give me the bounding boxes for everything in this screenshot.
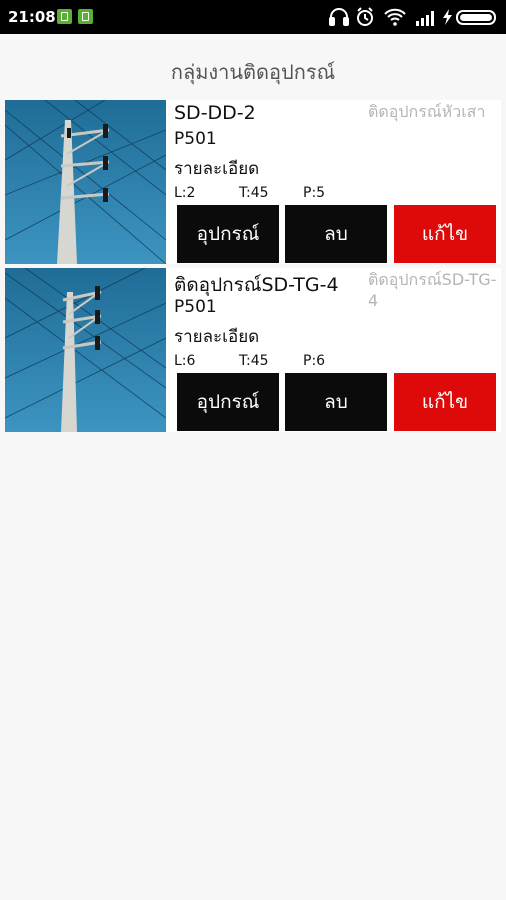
battery-icon: [456, 10, 496, 25]
status-icons: [328, 6, 500, 28]
signal-icon: [416, 11, 434, 26]
item-stat-l: L:2: [174, 185, 196, 201]
item-title: SD-DD-2: [174, 102, 256, 124]
list-item[interactable]: ติดอุปกรณ์SD-TG-4 P501 รายละเอียด ติดอุป…: [5, 268, 501, 432]
item-detail-label: รายละเอียด: [174, 159, 260, 179]
item-description: ติดอุปกรณ์หัวเสา: [368, 102, 486, 121]
status-bar: 21:08: [0, 0, 506, 34]
wifi-icon: [384, 8, 406, 26]
item-stat-t: T:45: [239, 185, 269, 201]
list-item[interactable]: SD-DD-2 P501 รายละเอียด ติดอุปกรณ์หัวเสา…: [5, 100, 501, 264]
notification-app-icon: [78, 9, 93, 24]
status-time: 21:08: [8, 8, 56, 26]
pole-photo: [5, 100, 166, 264]
charging-icon: [443, 9, 452, 25]
page-title: กลุ่มงานติดอุปกรณ์: [170, 60, 336, 84]
headset-icon: [329, 8, 349, 26]
item-stat-p: P:6: [303, 353, 326, 369]
delete-button[interactable]: ลบ: [285, 373, 387, 431]
equipment-button[interactable]: อุปกรณ์: [177, 205, 279, 263]
item-code: P501: [174, 129, 217, 149]
item-detail-label: รายละเอียด: [174, 327, 260, 347]
app-header: กลุ่มงานติดอุปกรณ์: [0, 34, 506, 100]
delete-button[interactable]: ลบ: [285, 205, 387, 263]
item-stat-p: P:5: [303, 185, 326, 201]
item-title: ติดอุปกรณ์SD-TG-4: [174, 274, 339, 296]
item-code: P501: [174, 297, 217, 317]
pole-photo: [5, 268, 166, 432]
item-stat-l: L:6: [174, 353, 196, 369]
item-stat-t: T:45: [239, 353, 269, 369]
edit-button[interactable]: แก้ไข: [394, 373, 496, 431]
edit-button[interactable]: แก้ไข: [394, 205, 496, 263]
equipment-button[interactable]: อุปกรณ์: [177, 373, 279, 431]
item-description: ติดอุปกรณ์SD-TG-4: [368, 270, 497, 310]
alarm-icon: [357, 7, 373, 26]
notification-app-icon: [57, 9, 72, 24]
